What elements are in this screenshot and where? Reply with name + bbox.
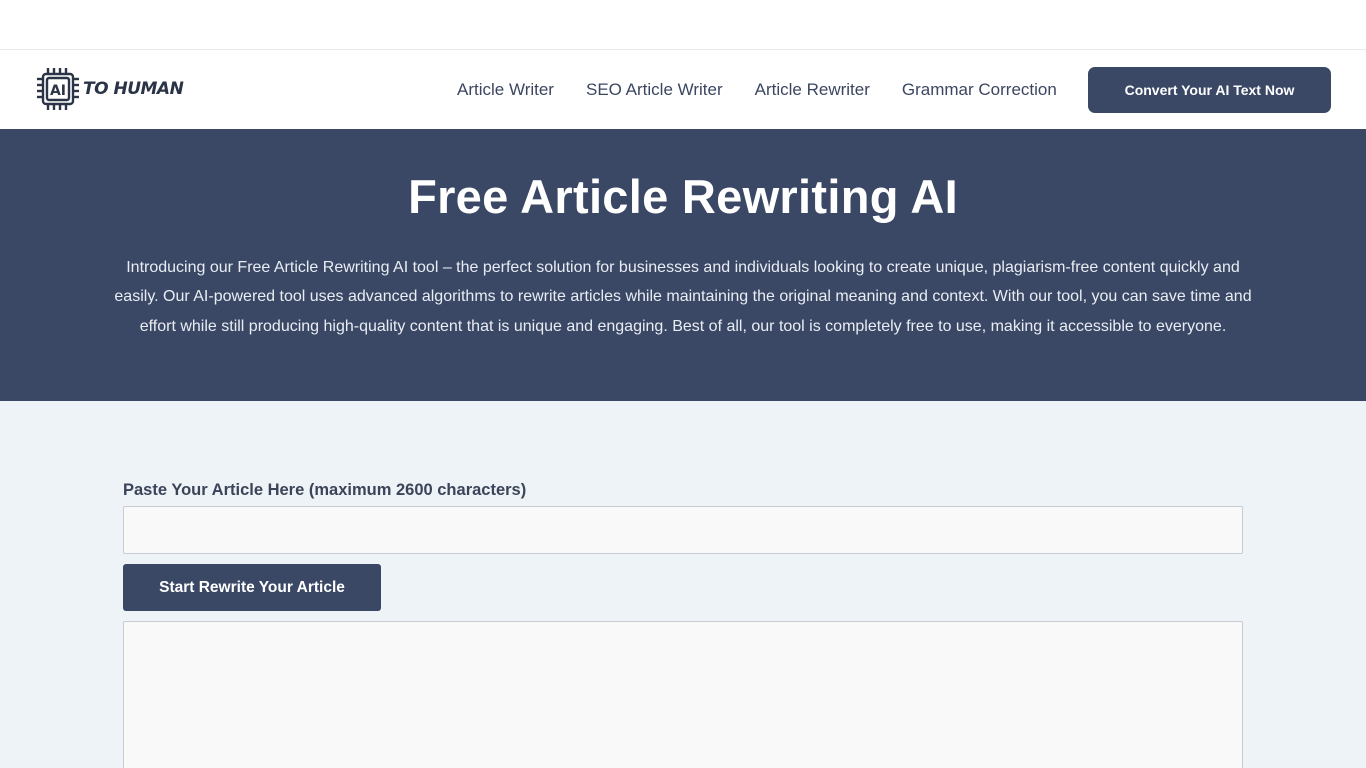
svg-text:AI: AI [50, 83, 66, 99]
logo-text: TO HUMAN [83, 79, 184, 99]
hero-section: Free Article Rewriting AI Introducing ou… [0, 129, 1366, 401]
rewriter-form: Paste Your Article Here (maximum 2600 ch… [0, 401, 1366, 768]
nav-grammar-correction[interactable]: Grammar Correction [902, 80, 1057, 100]
nav-article-rewriter[interactable]: Article Rewriter [755, 80, 870, 100]
rewrite-output-area[interactable] [123, 621, 1243, 768]
site-header: AI TO HUMAN Article Writer SEO Article W… [0, 50, 1366, 129]
article-input[interactable] [123, 506, 1243, 554]
top-strip [0, 0, 1366, 50]
main-nav: Article Writer SEO Article Writer Articl… [457, 50, 1057, 129]
article-input-label: Paste Your Article Here (maximum 2600 ch… [123, 481, 527, 499]
cpu-chip-icon: AI [37, 68, 79, 110]
start-rewrite-button[interactable]: Start Rewrite Your Article [123, 564, 381, 611]
page-title: Free Article Rewriting AI [408, 170, 958, 223]
nav-article-writer[interactable]: Article Writer [457, 80, 554, 100]
site-logo[interactable]: AI TO HUMAN [35, 66, 184, 112]
convert-ai-text-button[interactable]: Convert Your AI Text Now [1088, 67, 1331, 113]
hero-description: Introducing our Free Article Rewriting A… [114, 258, 1252, 335]
nav-seo-article-writer[interactable]: SEO Article Writer [586, 80, 723, 100]
